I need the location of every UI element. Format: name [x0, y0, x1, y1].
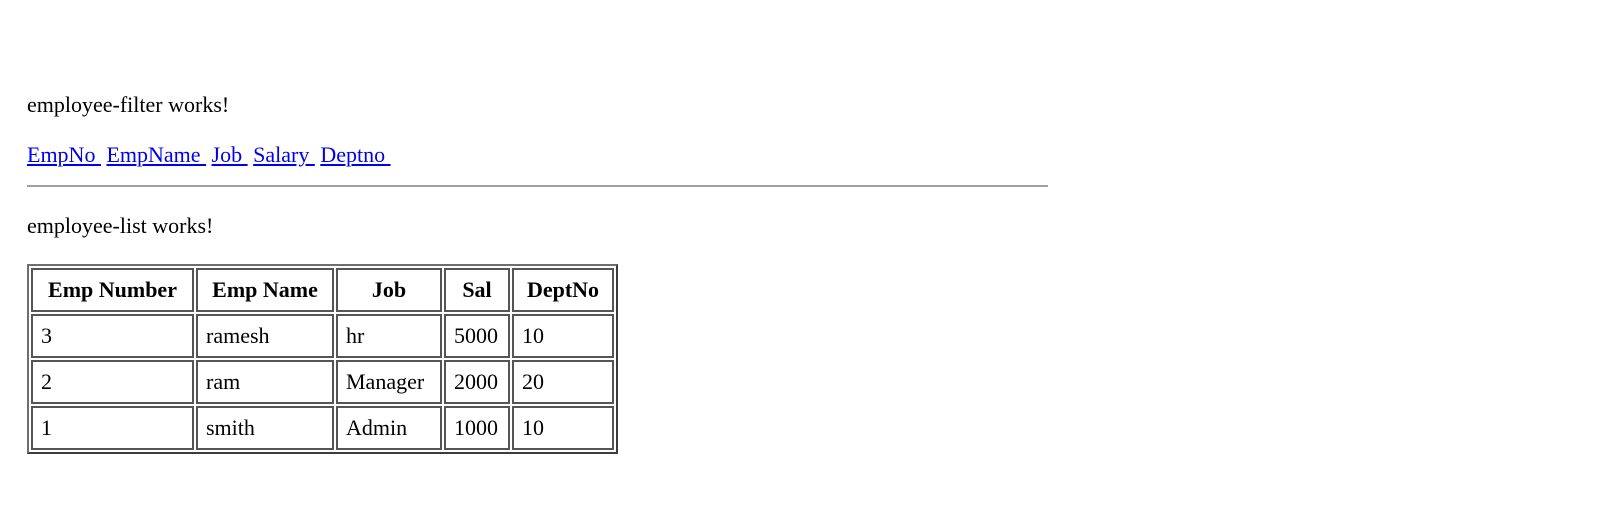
filter-link-deptno[interactable]: Deptno — [320, 142, 390, 167]
cell-emp-number: 3 — [31, 314, 194, 358]
table-row: 1 smith Admin 1000 10 — [31, 406, 614, 450]
filter-link-empno[interactable]: EmpNo — [27, 142, 101, 167]
filter-links: EmpNo EmpName Job Salary Deptno — [27, 142, 391, 168]
table-row: 2 ram Manager 2000 20 — [31, 360, 614, 404]
employee-table: Emp Number Emp Name Job Sal DeptNo 3 ram… — [27, 264, 618, 454]
divider — [27, 185, 1048, 187]
column-header-sal: Sal — [444, 268, 510, 312]
table-header-row: Emp Number Emp Name Job Sal DeptNo — [31, 268, 614, 312]
filter-link-empname[interactable]: EmpName — [106, 142, 206, 167]
cell-sal: 5000 — [444, 314, 510, 358]
filter-link-salary[interactable]: Salary — [253, 142, 315, 167]
cell-emp-name: ram — [196, 360, 334, 404]
cell-sal: 1000 — [444, 406, 510, 450]
cell-job: hr — [336, 314, 442, 358]
cell-emp-name: ramesh — [196, 314, 334, 358]
cell-emp-number: 2 — [31, 360, 194, 404]
cell-sal: 2000 — [444, 360, 510, 404]
column-header-emp-number: Emp Number — [31, 268, 194, 312]
cell-job: Admin — [336, 406, 442, 450]
employee-filter-title: employee-filter works! — [27, 92, 230, 117]
cell-deptno: 10 — [512, 406, 614, 450]
column-header-deptno: DeptNo — [512, 268, 614, 312]
cell-deptno: 20 — [512, 360, 614, 404]
cell-emp-name: smith — [196, 406, 334, 450]
column-header-job: Job — [336, 268, 442, 312]
column-header-emp-name: Emp Name — [196, 268, 334, 312]
page: employee-filter works! EmpNo EmpName Job… — [0, 0, 1613, 528]
table-row: 3 ramesh hr 5000 10 — [31, 314, 614, 358]
filter-link-job[interactable]: Job — [212, 142, 248, 167]
cell-deptno: 10 — [512, 314, 614, 358]
cell-emp-number: 1 — [31, 406, 194, 450]
employee-list-title: employee-list works! — [27, 213, 214, 238]
cell-job: Manager — [336, 360, 442, 404]
